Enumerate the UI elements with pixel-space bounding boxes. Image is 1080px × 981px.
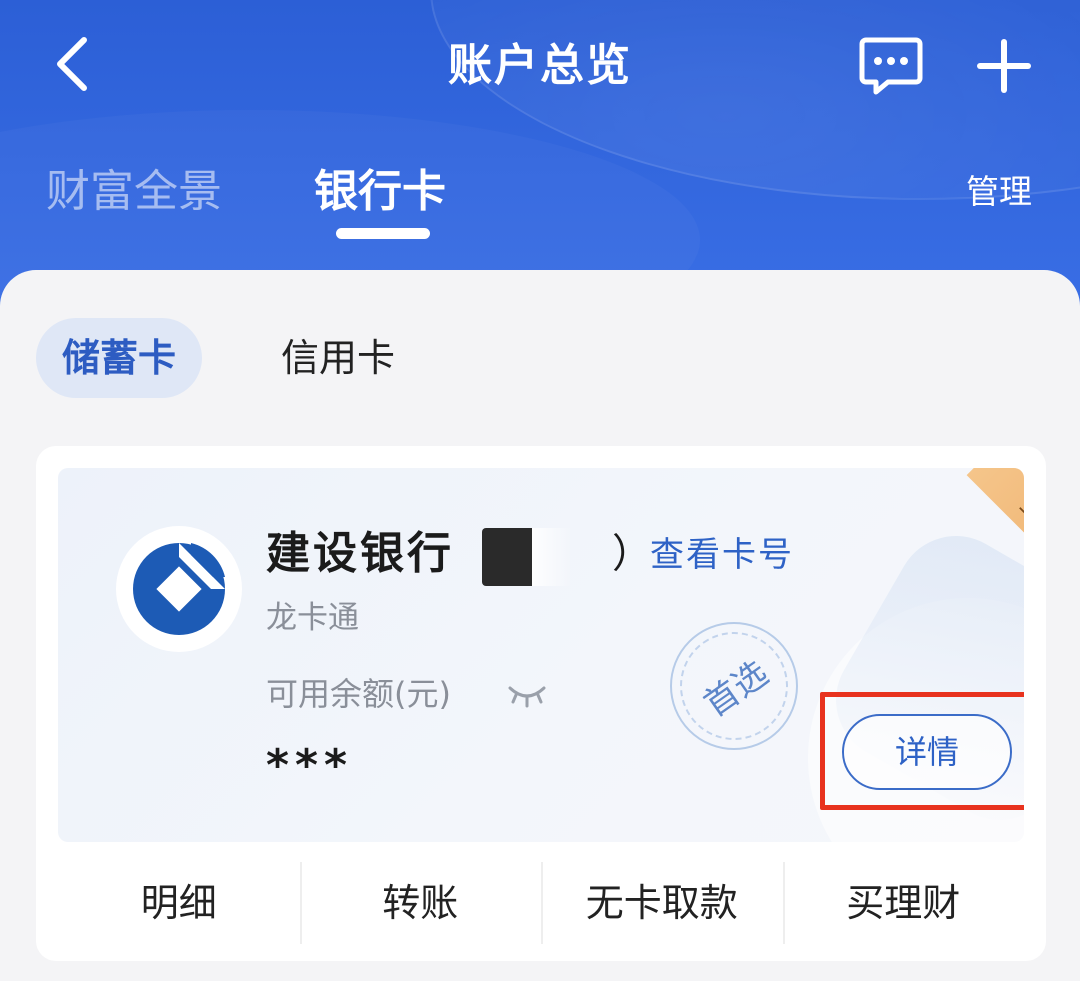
action-buy-wealth-product[interactable]: 买理财 <box>782 858 1025 948</box>
detail-button[interactable]: 详情 <box>842 714 1012 790</box>
add-button[interactable] <box>972 34 1036 98</box>
back-button[interactable] <box>40 32 104 96</box>
bank-name: 建设银行 <box>266 528 454 579</box>
chevron-left-icon <box>57 37 87 91</box>
signed-badge: 签约 <box>938 468 1024 588</box>
balance-value: *** <box>266 740 354 791</box>
message-button[interactable] <box>858 34 924 98</box>
card-actions: 明细 转账 无卡取款 买理财 <box>58 858 1024 948</box>
tab-credit-card[interactable]: 信用卡 <box>248 318 428 398</box>
active-tab-indicator <box>336 228 430 239</box>
signed-badge-label: 签约 <box>966 468 1024 588</box>
tab-bank-card[interactable]: 银行卡 <box>314 160 446 224</box>
bank-card: 建设银行 ） 查看卡号 龙卡通 签约 首选 可用余额(元) *** 详情 明细 … <box>36 446 1046 961</box>
balance-label: 可用余额(元) <box>266 675 451 713</box>
manage-button[interactable]: 管理 <box>966 164 1032 220</box>
preferred-stamp-label: 首选 <box>658 610 810 762</box>
view-card-number-link[interactable]: 查看卡号 <box>650 530 794 580</box>
tab-wealth-overview[interactable]: 财富全景 <box>46 160 222 224</box>
card-type: 龙卡通 <box>266 600 359 636</box>
ccb-logo-icon <box>133 543 225 635</box>
masked-card-suffix-fade <box>532 528 572 586</box>
masked-card-suffix <box>482 528 532 586</box>
bank-logo <box>116 526 242 652</box>
action-transfer[interactable]: 转账 <box>299 858 542 948</box>
page-title: 账户总览 <box>448 40 632 91</box>
card-summary[interactable]: 建设银行 ） 查看卡号 龙卡通 签约 首选 可用余额(元) *** 详情 <box>58 468 1024 842</box>
tab-debit-card[interactable]: 储蓄卡 <box>36 318 202 398</box>
message-dots-icon <box>859 37 923 95</box>
action-cardless-withdrawal[interactable]: 无卡取款 <box>541 858 783 948</box>
preferred-stamp: 首选 <box>658 610 810 762</box>
eye-closed-icon <box>508 686 546 708</box>
account-overview-screen: 账户总览 财富全景 银行卡 管理 储蓄卡 信用卡 建设银行 ） 查看卡号 龙卡通… <box>0 0 1080 981</box>
plus-icon <box>977 39 1031 93</box>
action-transactions[interactable]: 明细 <box>58 858 300 948</box>
toggle-balance-visibility[interactable] <box>506 680 548 710</box>
card-suffix-close-paren: ） <box>612 531 652 577</box>
